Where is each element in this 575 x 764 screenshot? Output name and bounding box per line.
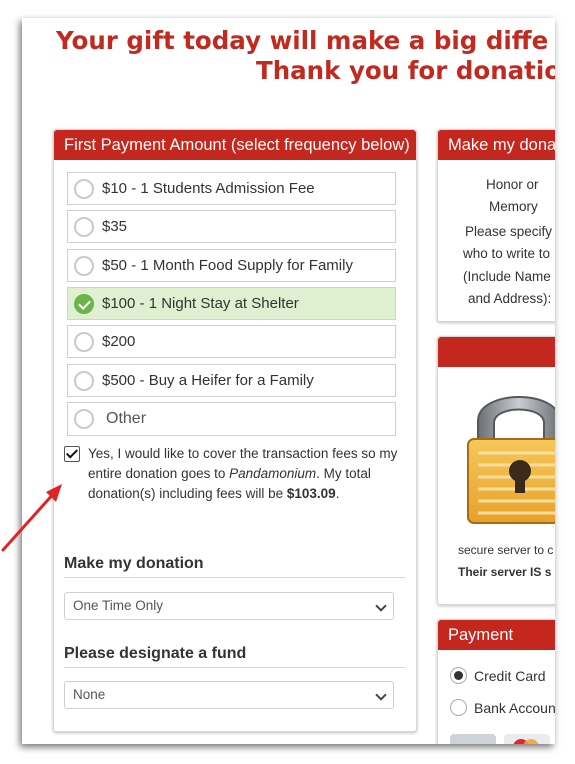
- headline-line-2: Thank you for donatio: [256, 56, 555, 85]
- amount-option-500[interactable]: $500 - Buy a Heifer for a Family: [67, 364, 396, 397]
- total-amount: $103.09: [286, 486, 336, 501]
- donation-form-page: Your gift today will make a big diffe Th…: [22, 18, 555, 744]
- amount-option-200[interactable]: $200: [67, 325, 396, 358]
- chevron-down-icon: [375, 689, 387, 701]
- payment-panel-title: Payment: [438, 620, 555, 650]
- fund-title: Please designate a fund: [64, 644, 406, 668]
- annotation-arrow-icon: [1, 484, 62, 552]
- cover-fees-checkbox[interactable]: [64, 446, 80, 462]
- secure-text-1: secure server to c: [458, 543, 554, 557]
- radio-icon: [74, 256, 94, 276]
- amount-option-label: $10 - 1 Students Admission Fee: [102, 180, 315, 197]
- amount-option-label: $500 - Buy a Heifer for a Family: [102, 372, 314, 389]
- chevron-down-icon: [375, 600, 387, 612]
- honor-text-3: Please specify: [465, 224, 553, 239]
- frequency-select[interactable]: One Time Only: [64, 592, 394, 620]
- radio-icon: [74, 179, 94, 199]
- radio-icon: [74, 371, 94, 391]
- headline-line-1: Your gift today will make a big diffe: [56, 26, 549, 55]
- amount-option-label: Other: [106, 410, 147, 427]
- honor-text-2: Memory: [489, 199, 538, 214]
- bank-account-label: Bank Accoun: [474, 700, 555, 716]
- amount-panel: First Payment Amount (select frequency b…: [53, 129, 417, 732]
- padlock-icon: [467, 396, 555, 524]
- check-circle-icon: [74, 294, 94, 314]
- honor-text-1: Honor or: [486, 177, 539, 192]
- cover-fees-text-end: .: [335, 486, 340, 501]
- amount-panel-title: First Payment Amount (select frequency b…: [54, 130, 416, 160]
- radio-icon: [74, 332, 94, 352]
- honor-panel: Make my dona Honor or Memory Please spec…: [437, 129, 555, 322]
- amount-option-label: $35: [102, 218, 128, 235]
- amount-option-100[interactable]: $100 - 1 Night Stay at Shelter: [67, 287, 396, 320]
- org-name: Pandamonium: [229, 466, 317, 481]
- fund-select[interactable]: None: [64, 681, 394, 709]
- credit-card-label: Credit Card: [474, 668, 546, 684]
- honor-text-5: (Include Name: [463, 269, 551, 284]
- cover-fees-text: Yes, I would like to cover the transacti…: [88, 444, 398, 504]
- radio-icon: [74, 409, 94, 429]
- honor-text-6: and Address):: [468, 291, 552, 306]
- honor-panel-title: Make my dona: [438, 130, 555, 160]
- amount-option-10[interactable]: $10 - 1 Students Admission Fee: [67, 172, 396, 205]
- amount-option-label: $200: [102, 333, 136, 350]
- bank-account-radio[interactable]: [450, 699, 467, 716]
- radio-icon: [74, 217, 94, 237]
- secure-text-2: Their server IS s: [458, 565, 552, 579]
- amount-option-label: $100 - 1 Night Stay at Shelter: [102, 295, 299, 312]
- credit-card-radio[interactable]: [450, 667, 467, 684]
- mastercard-icon: [504, 734, 550, 744]
- amount-option-35[interactable]: $35: [67, 210, 396, 243]
- amount-option-label: $50 - 1 Month Food Supply for Family: [102, 257, 353, 274]
- amount-option-other[interactable]: Other: [67, 402, 396, 436]
- secure-panel-header: [438, 337, 555, 367]
- payment-panel: Payment Credit Card Bank Accoun: [437, 619, 555, 744]
- fund-select-value: None: [73, 687, 106, 702]
- secure-panel: secure server to c Their server IS s: [437, 336, 555, 605]
- amount-option-50[interactable]: $50 - 1 Month Food Supply for Family: [67, 249, 396, 282]
- frequency-select-value: One Time Only: [73, 598, 164, 613]
- honor-text-4: who to write to: [463, 246, 551, 261]
- frequency-title: Make my donation: [64, 554, 406, 578]
- visa-card-icon: [450, 734, 496, 744]
